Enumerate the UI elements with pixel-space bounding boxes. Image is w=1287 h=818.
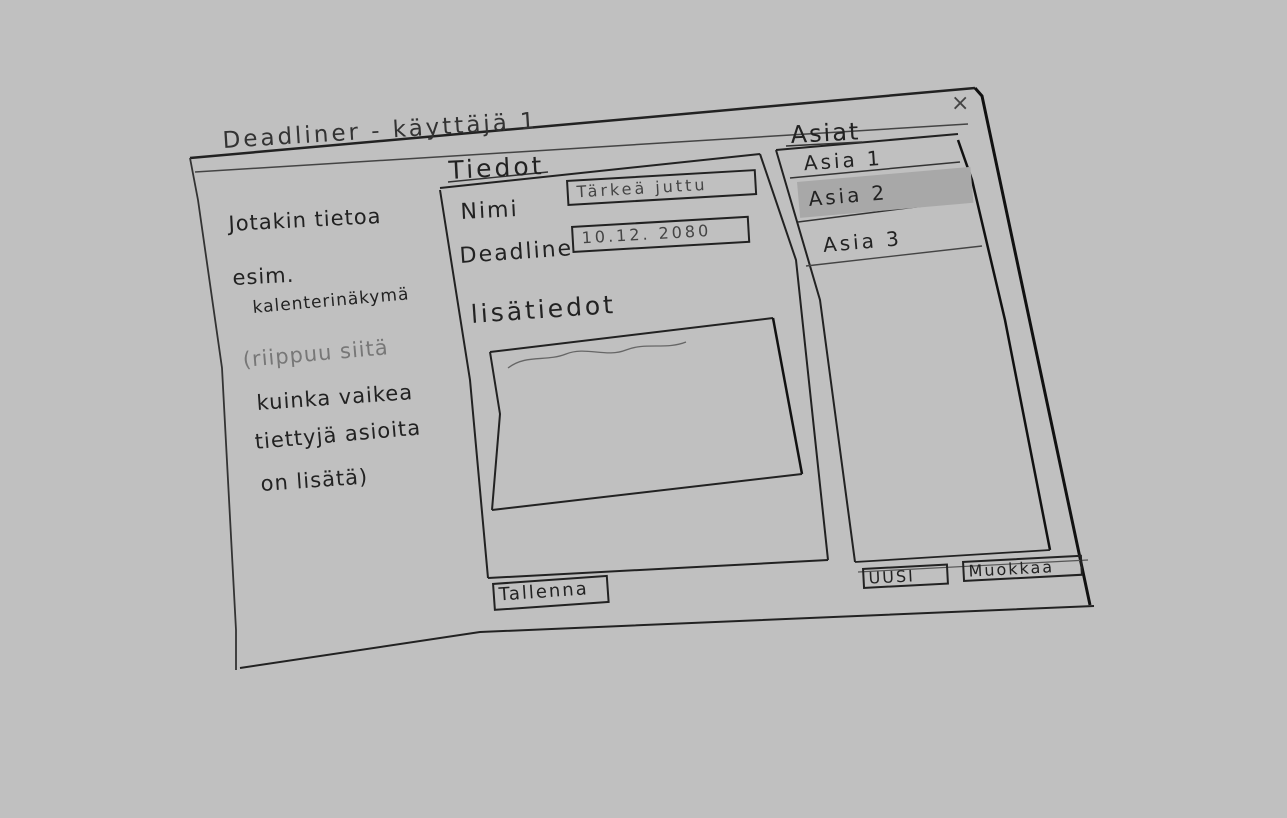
- extra-info-textarea[interactable]: [486, 314, 806, 514]
- name-label: Nimi: [459, 196, 520, 225]
- close-icon[interactable]: ×: [951, 93, 969, 115]
- details-title: Tiedot: [447, 150, 546, 185]
- new-button[interactable]: UUSI: [862, 563, 949, 589]
- list-title: Asiat: [789, 117, 861, 149]
- info-line-2: esim.: [231, 262, 295, 290]
